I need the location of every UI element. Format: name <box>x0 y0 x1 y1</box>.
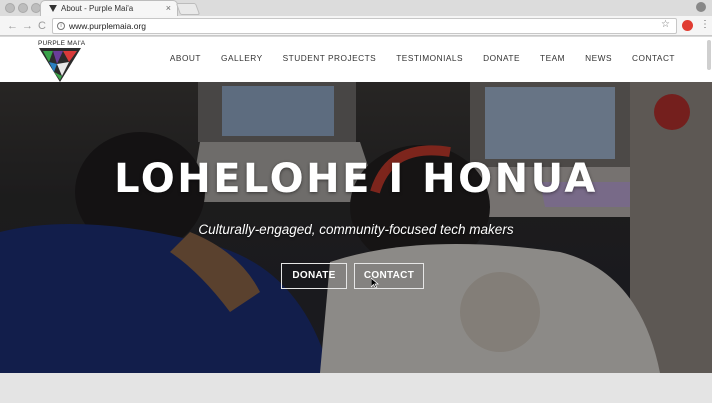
extension-icon[interactable] <box>682 20 693 31</box>
hero-section: LOHELOHE I HONUA Culturally-engaged, com… <box>0 82 712 373</box>
logo-text[interactable]: PURPLE MAI'A <box>38 40 85 47</box>
minimize-window-icon[interactable] <box>18 3 28 13</box>
main-nav: ABOUT GALLERY STUDENT PROJECTS TESTIMONI… <box>170 53 675 63</box>
bookmark-star-icon[interactable]: ☆ <box>661 19 670 30</box>
url-text: www.purplemaia.org <box>69 21 147 31</box>
reload-button[interactable]: C <box>38 19 46 33</box>
purple-maia-favicon-icon <box>49 5 57 12</box>
nav-testimonials[interactable]: TESTIMONIALS <box>396 53 463 63</box>
nav-gallery[interactable]: GALLERY <box>221 53 263 63</box>
browser-tab[interactable]: About - Purple Mai'a × <box>40 0 178 16</box>
site-info-icon[interactable]: i <box>57 22 65 30</box>
forward-button[interactable]: → <box>22 19 33 33</box>
nav-contact[interactable]: CONTACT <box>632 53 675 63</box>
browser-menu-icon[interactable]: ⋮ <box>700 19 710 30</box>
hero-subtitle: Culturally-engaged, community-focused te… <box>198 222 514 237</box>
donate-button[interactable]: DONATE <box>281 263 347 289</box>
nav-student-projects[interactable]: STUDENT PROJECTS <box>283 53 377 63</box>
profile-icon[interactable] <box>696 2 706 12</box>
tab-close-icon[interactable]: × <box>166 3 171 13</box>
nav-donate[interactable]: DONATE <box>483 53 520 63</box>
contact-button[interactable]: CONTACT <box>354 263 424 289</box>
browser-tab-strip: About - Purple Mai'a × <box>0 0 712 16</box>
purple-maia-logo-icon[interactable] <box>39 48 81 82</box>
page-scrollbar[interactable] <box>707 40 711 70</box>
nav-news[interactable]: NEWS <box>585 53 612 63</box>
tab-title: About - Purple Mai'a <box>61 4 134 13</box>
site-header: PURPLE MAI'A ABOUT GALLERY STUDENT PROJE… <box>0 37 712 82</box>
mouse-cursor-icon <box>371 278 379 288</box>
next-section-strip <box>0 373 712 403</box>
nav-team[interactable]: TEAM <box>540 53 565 63</box>
nav-about[interactable]: ABOUT <box>170 53 201 63</box>
close-window-icon[interactable] <box>5 3 15 13</box>
new-tab-button[interactable] <box>175 3 201 15</box>
address-bar[interactable]: i www.purplemaia.org ☆ <box>52 18 677 34</box>
hero-title: LOHELOHE I HONUA <box>114 156 598 202</box>
back-button[interactable]: ← <box>7 19 18 33</box>
browser-toolbar: ← → C i www.purplemaia.org ☆ <box>0 16 712 36</box>
